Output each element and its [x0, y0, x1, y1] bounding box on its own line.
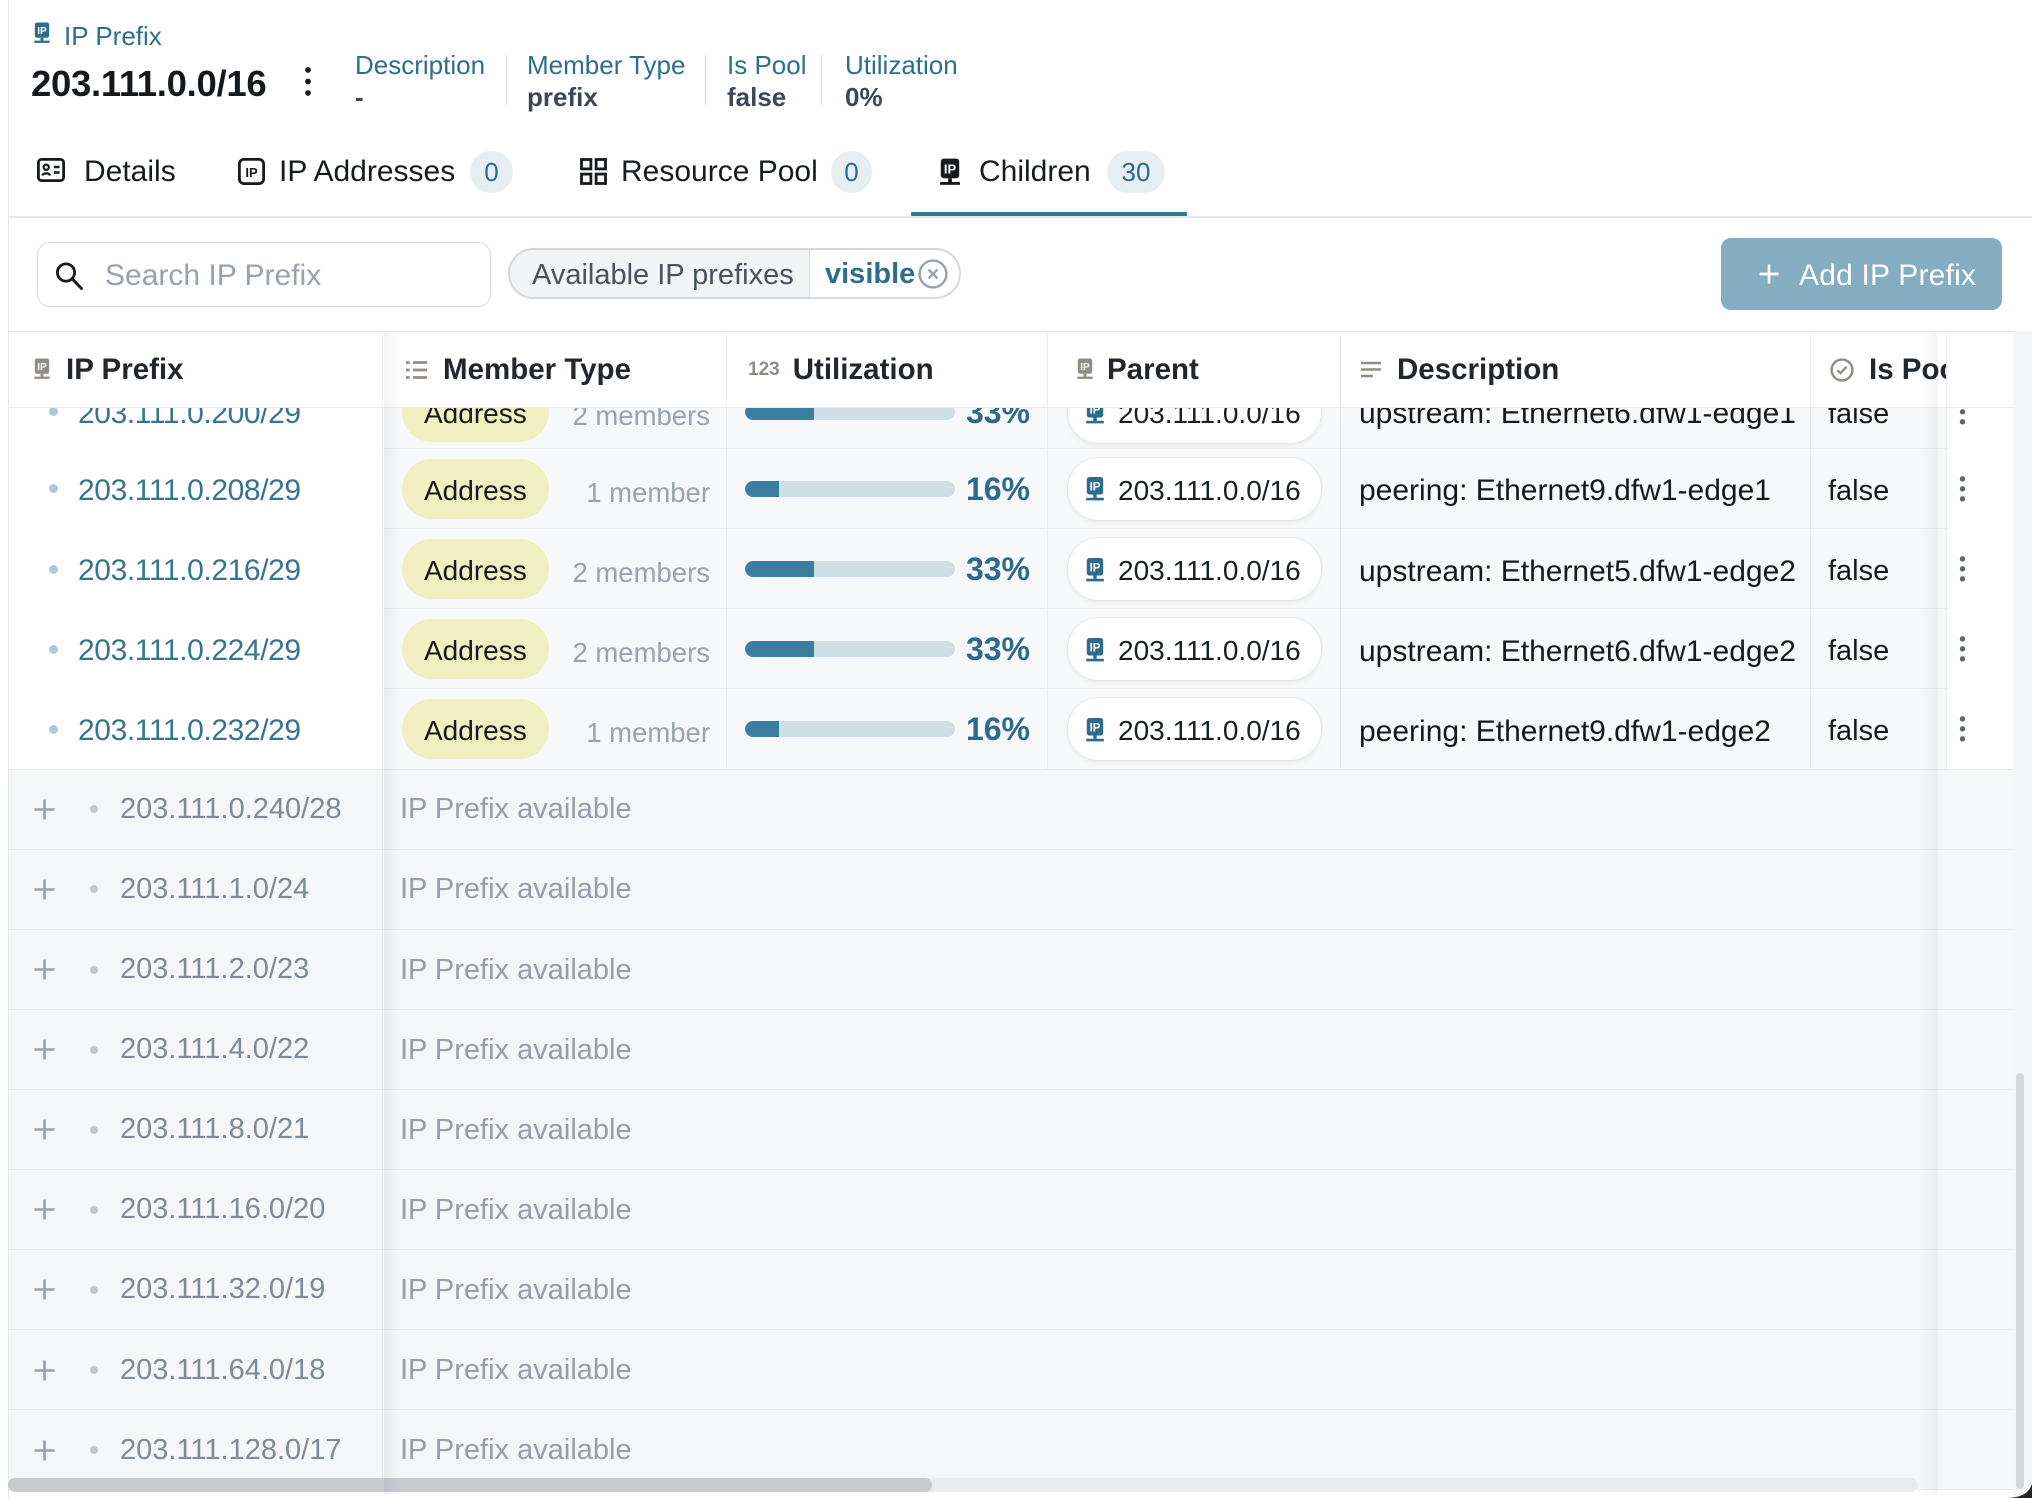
svg-text:IP: IP [1090, 722, 1101, 734]
svg-text:IP: IP [1090, 562, 1101, 574]
svg-text:IP: IP [1090, 408, 1101, 416]
svg-text:IP: IP [944, 162, 957, 177]
svg-text:IP: IP [37, 26, 47, 37]
svg-text:IP: IP [1080, 362, 1090, 373]
svg-text:IP: IP [1090, 482, 1101, 494]
svg-text:IP: IP [37, 362, 47, 373]
svg-text:IP: IP [245, 165, 258, 180]
svg-text:IP: IP [1090, 642, 1101, 654]
